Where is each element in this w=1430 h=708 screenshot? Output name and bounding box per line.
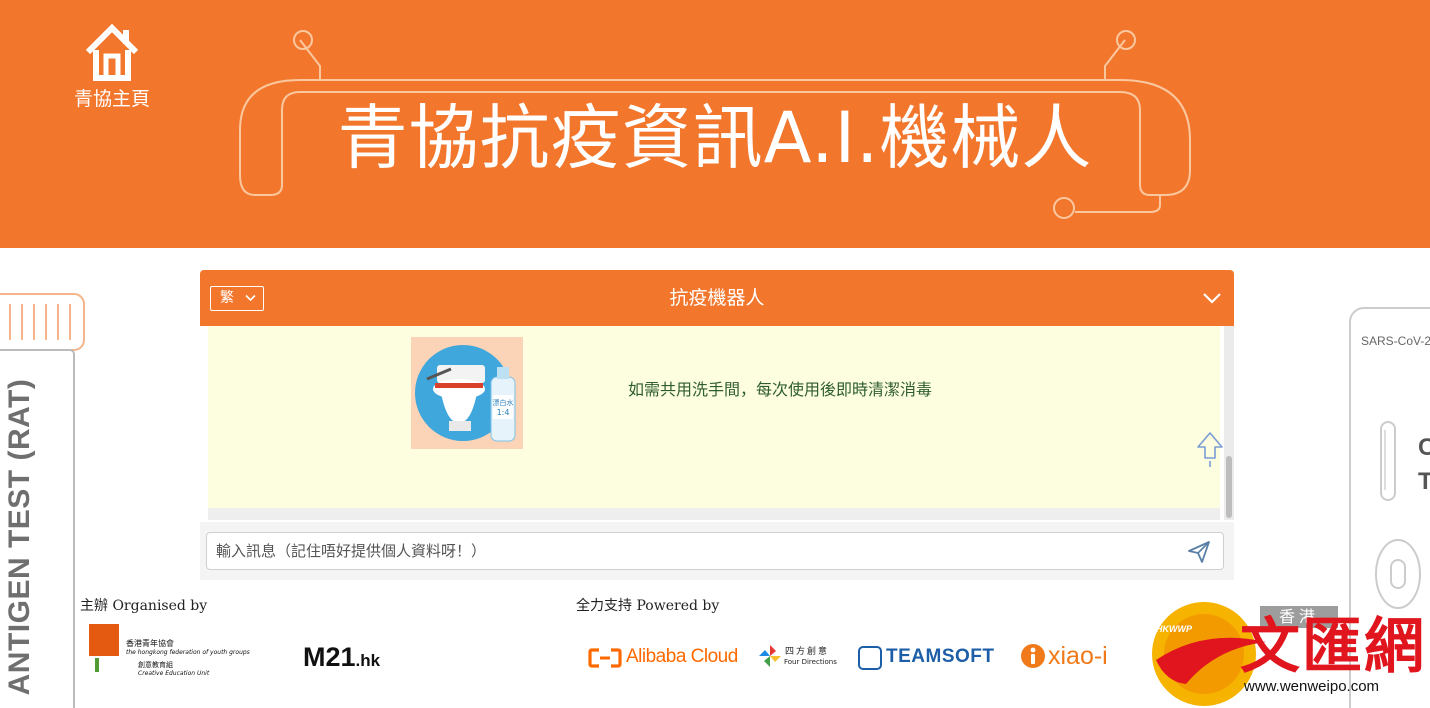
scrollbar-thumb[interactable] xyxy=(1226,456,1232,518)
m21-suffix: .hk xyxy=(355,651,381,670)
bot-message-text: 如需共用洗手間，每次使用後即時清潔消毒 xyxy=(628,380,933,399)
collapse-chevron-icon[interactable] xyxy=(1202,290,1222,306)
chevron-down-icon xyxy=(245,294,256,302)
teamsoft-icon xyxy=(858,646,882,670)
alibaba-cloud-name: Alibaba Cloud xyxy=(626,646,738,667)
message-illustration: 漂白水 1:4 xyxy=(411,337,523,449)
watermark-name: 文匯網 xyxy=(1240,612,1426,682)
home-icon xyxy=(85,23,139,81)
alibaba-cloud-logo[interactable]: Alibaba Cloud xyxy=(588,646,738,670)
watermark-tag: HKWWP xyxy=(1156,624,1192,634)
language-value: 繁 xyxy=(220,290,234,306)
xiaoi-icon xyxy=(1021,644,1045,668)
chat-scrollbar[interactable] xyxy=(1224,326,1234,520)
hkfyg-name-zh: 香港青年協會 xyxy=(126,639,174,648)
teamsoft-logo[interactable]: TEAMSOFT xyxy=(858,644,998,672)
scroll-up-icon[interactable] xyxy=(1195,430,1225,470)
m21-name: M21 xyxy=(303,642,356,672)
page-banner: 青協主頁 青協抗疫資訊A.I.機械人 xyxy=(0,0,1430,248)
four-directions-name-en: Four Directions xyxy=(784,658,837,666)
xiaoi-logo[interactable]: xiao-i xyxy=(1020,642,1140,674)
chat-divider xyxy=(208,508,1220,520)
control-line-label: C xyxy=(1418,434,1430,461)
banner-title: 青協抗疫資訊A.I.機械人 xyxy=(337,97,1093,179)
pinwheel-icon xyxy=(759,645,781,667)
message-input[interactable] xyxy=(206,532,1224,570)
bleach-label: 漂白水 xyxy=(493,398,514,407)
chatbot-widget: 抗疫機器人 繁 漂白水 1:4 如需共用洗手間，每次使用後即時清潔消毒 輸入訊息… xyxy=(200,270,1234,580)
hkfyg-mark-icon xyxy=(89,624,119,656)
hkfyg-leaf-icon xyxy=(95,658,99,672)
chat-header: 抗疫機器人 繁 xyxy=(200,270,1234,326)
test-line-label: T xyxy=(1418,468,1430,495)
rat-vertical-text: ANTIGEN TEST (RAT) xyxy=(3,378,36,696)
organised-by-label: 主辦 Organised by xyxy=(80,598,208,614)
hkfyg-unit-zh: 創意教育組 xyxy=(138,661,173,669)
home-link[interactable]: 青協主頁 xyxy=(66,22,158,111)
chat-input-area xyxy=(200,522,1234,580)
hkfyg-logo[interactable]: 香港青年協會 the hongkong federation of youth … xyxy=(89,624,279,680)
bleach-ratio: 1:4 xyxy=(497,408,510,417)
hkfyg-name-en: the hongkong federation of youth groups xyxy=(126,649,250,656)
four-directions-logo[interactable]: 四方創意 Four Directions xyxy=(758,644,848,672)
teamsoft-name: TEAMSOFT xyxy=(886,646,995,667)
powered-by-label: 全力支持 Powered by xyxy=(576,598,720,614)
toilet-cleaning-illustration: 漂白水 1:4 xyxy=(415,345,516,442)
alibaba-cloud-icon xyxy=(588,648,622,668)
language-select[interactable]: 繁 xyxy=(210,286,264,311)
four-directions-name-zh: 四方創意 xyxy=(785,647,830,657)
m21-logo[interactable]: M21.hk xyxy=(303,642,380,673)
watermark-url: www.wenweipo.com xyxy=(1244,678,1380,695)
xiaoi-name: xiao-i xyxy=(1048,642,1108,670)
home-label: 青協主頁 xyxy=(73,88,150,110)
hkfyg-unit-en: Creative Education Unit xyxy=(138,670,210,677)
chat-messages: 漂白水 1:4 如需共用洗手間，每次使用後即時清潔消毒 xyxy=(208,326,1223,508)
send-icon[interactable] xyxy=(1186,539,1212,565)
chat-title: 抗疫機器人 xyxy=(669,287,765,309)
sars-label: SARS-CoV-2 xyxy=(1361,334,1430,348)
